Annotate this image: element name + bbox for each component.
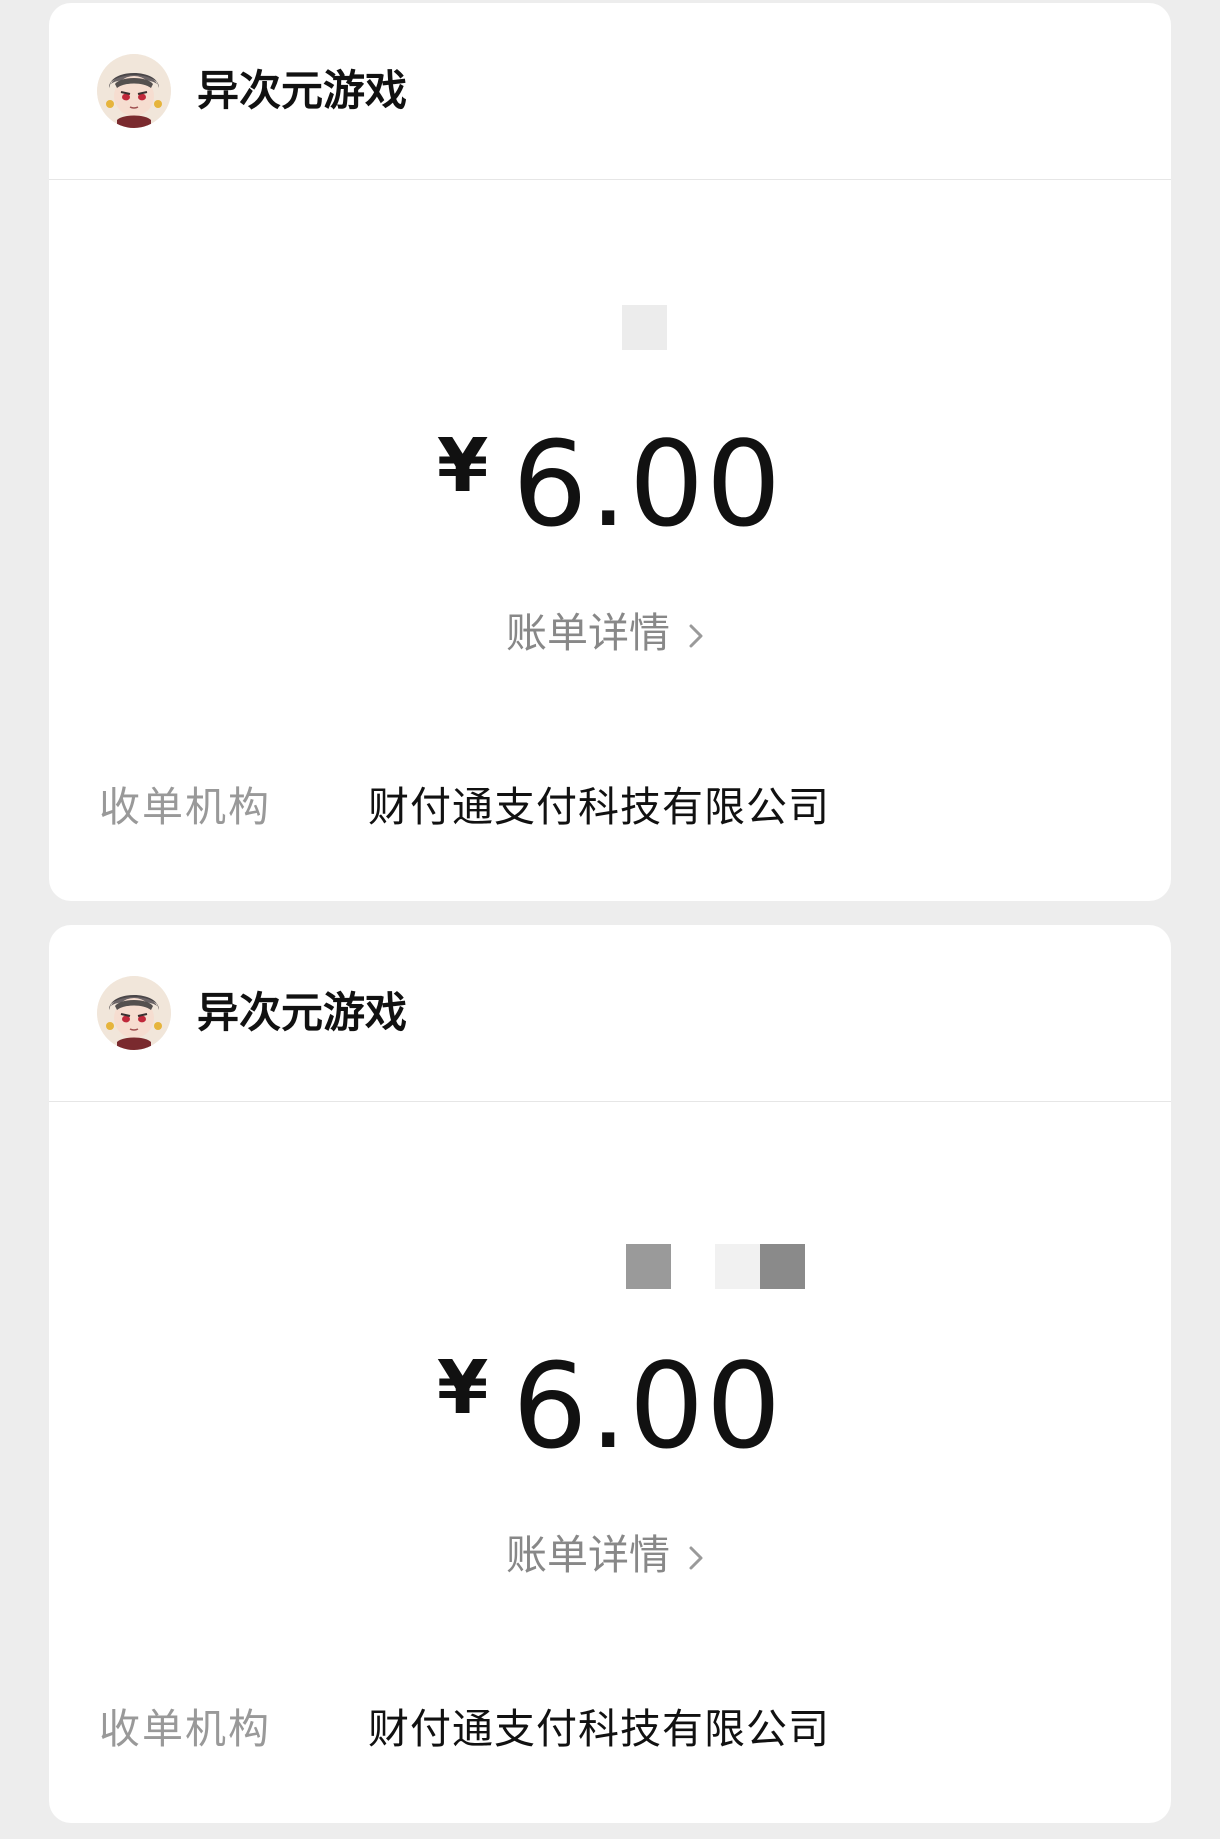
- amount: ¥6.00: [49, 415, 1171, 553]
- merchant-header[interactable]: 异次元游戏: [49, 925, 1171, 1102]
- acquirer-label: 收单机构: [99, 1705, 271, 1753]
- bill-detail-link[interactable]: 账单详情: [49, 599, 1171, 659]
- mosaic-block: [715, 1244, 760, 1289]
- transaction-card: 异次元游戏 ¥6.00 账单详情 收单机构 财付通支付科技有限公司: [49, 925, 1171, 1823]
- chevron-right-icon: [689, 624, 703, 648]
- anime-character-avatar-icon: [97, 976, 171, 1050]
- masked-info: [49, 1244, 1171, 1289]
- transaction-card: 异次元游戏 ¥6.00 账单详情 收单机构 财付通支付科技有限公司: [49, 3, 1171, 901]
- merchant-name: 异次元游戏: [197, 988, 408, 1037]
- acquirer-value: 财付通支付科技有限公司: [368, 1705, 830, 1753]
- anime-character-avatar-icon: [97, 54, 171, 128]
- bill-detail-link[interactable]: 账单详情: [49, 1521, 1171, 1581]
- mosaic-block: [622, 305, 667, 350]
- merchant-header[interactable]: 异次元游戏: [49, 3, 1171, 180]
- merchant-name: 异次元游戏: [197, 66, 408, 115]
- acquirer-row: 收单机构 财付通支付科技有限公司: [49, 1695, 1171, 1753]
- chevron-right-icon: [689, 1546, 703, 1570]
- merchant-avatar: [97, 54, 171, 128]
- mosaic-block: [760, 1244, 805, 1289]
- currency-symbol: ¥: [436, 1345, 489, 1431]
- amount-value: 6.00: [512, 1337, 784, 1475]
- mosaic-block: [626, 1244, 671, 1289]
- acquirer-row: 收单机构 财付通支付科技有限公司: [49, 773, 1171, 831]
- bill-detail-label: 账单详情: [506, 1531, 670, 1579]
- currency-symbol: ¥: [436, 423, 489, 509]
- bill-detail-label: 账单详情: [506, 609, 670, 657]
- amount: ¥6.00: [49, 1337, 1171, 1475]
- masked-info: [49, 305, 1171, 350]
- amount-value: 6.00: [512, 415, 784, 553]
- merchant-avatar: [97, 976, 171, 1050]
- acquirer-value: 财付通支付科技有限公司: [368, 783, 830, 831]
- acquirer-label: 收单机构: [99, 783, 271, 831]
